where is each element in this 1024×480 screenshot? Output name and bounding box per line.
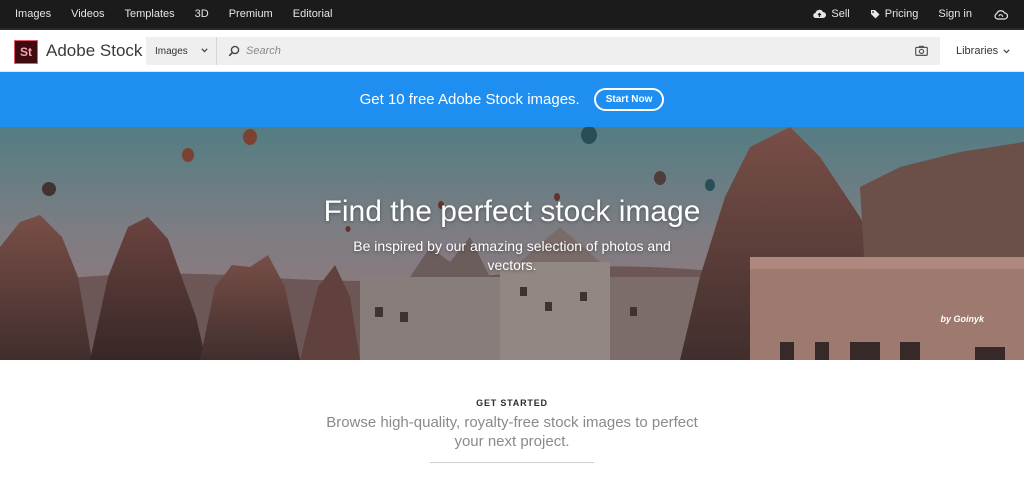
nav-link-editorial[interactable]: Editorial bbox=[293, 8, 333, 20]
chevron-down-icon bbox=[1003, 48, 1010, 53]
hero-section: Find the perfect stock image Be inspired… bbox=[0, 127, 1024, 360]
signin-label: Sign in bbox=[938, 8, 972, 20]
start-now-button[interactable]: Start Now bbox=[593, 88, 665, 111]
promo-text: Get 10 free Adobe Stock images. bbox=[359, 91, 580, 108]
chevron-down-icon bbox=[201, 48, 208, 53]
divider bbox=[430, 462, 594, 463]
photo-credit[interactable]: by Goinyk bbox=[940, 314, 984, 324]
sell-link[interactable]: Sell bbox=[813, 8, 850, 20]
pricing-link[interactable]: Pricing bbox=[870, 8, 919, 20]
cloud-upload-icon bbox=[813, 9, 827, 19]
nav-link-3d[interactable]: 3D bbox=[195, 8, 209, 20]
nav-link-premium[interactable]: Premium bbox=[229, 8, 273, 20]
libraries-label: Libraries bbox=[956, 45, 999, 57]
nav-link-templates[interactable]: Templates bbox=[125, 8, 175, 20]
search-type-dropdown[interactable]: Images bbox=[146, 37, 217, 65]
creative-cloud-button[interactable] bbox=[994, 9, 1008, 20]
logo-text: St bbox=[20, 45, 32, 59]
top-nav-links: Images Videos Templates 3D Premium Edito… bbox=[15, 0, 352, 28]
get-started-label: GET STARTED bbox=[476, 398, 548, 408]
search-icon[interactable] bbox=[228, 45, 240, 57]
get-started-text: Browse high-quality, royalty-free stock … bbox=[326, 414, 698, 450]
libraries-dropdown[interactable]: Libraries bbox=[956, 45, 1010, 57]
creative-cloud-icon bbox=[994, 9, 1008, 20]
nav-link-images[interactable]: Images bbox=[15, 8, 51, 20]
search-type-value: Images bbox=[155, 45, 188, 57]
adobe-stock-logo[interactable]: St bbox=[14, 40, 38, 64]
tag-icon bbox=[870, 10, 880, 19]
hero-subtitle: Be inspired by our amazing selection of … bbox=[353, 238, 671, 273]
top-nav-right: Sell Pricing Sign in bbox=[793, 0, 1008, 28]
camera-icon[interactable] bbox=[915, 45, 928, 56]
signin-link[interactable]: Sign in bbox=[938, 8, 972, 20]
search-input[interactable] bbox=[246, 42, 886, 60]
sell-label: Sell bbox=[831, 8, 850, 20]
search-bar: Images bbox=[146, 37, 940, 65]
promo-banner: Get 10 free Adobe Stock images. Start No… bbox=[0, 72, 1024, 127]
top-nav: Images Videos Templates 3D Premium Edito… bbox=[0, 0, 1024, 28]
nav-link-videos[interactable]: Videos bbox=[71, 8, 104, 20]
pricing-label: Pricing bbox=[884, 8, 919, 20]
hero-title: Find the perfect stock image bbox=[323, 195, 701, 228]
brand-name[interactable]: Adobe Stock bbox=[46, 41, 142, 61]
site-header: St Adobe Stock Images Libraries bbox=[0, 28, 1024, 72]
